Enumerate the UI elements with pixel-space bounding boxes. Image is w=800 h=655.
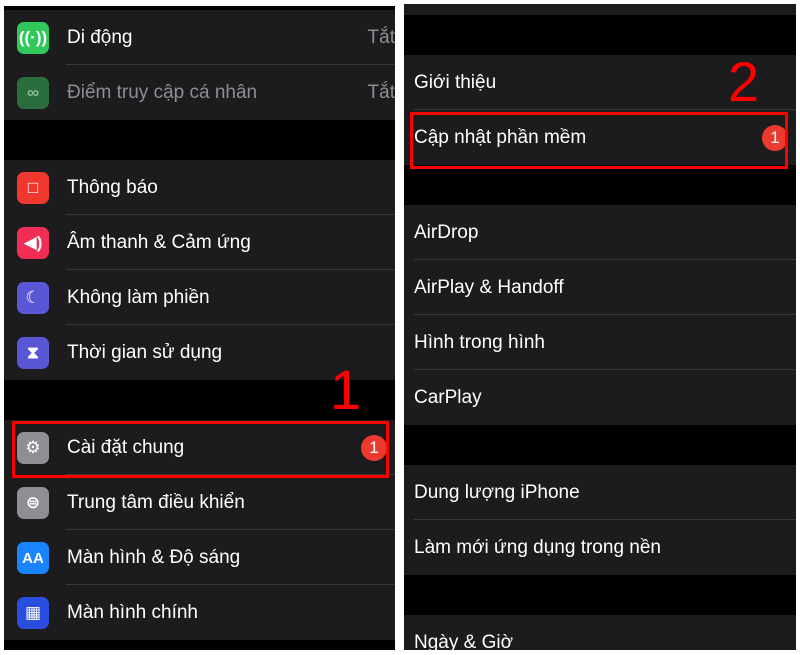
notification-icon: □ (17, 172, 49, 204)
settings-row[interactable]: ☾ Không làm phiền (4, 270, 395, 325)
hourglass-icon: ⧗ (17, 337, 49, 369)
toggles-icon: ⊜ (17, 487, 49, 519)
hotspot-icon: ∞ (17, 77, 49, 109)
row-label: Màn hình chính (67, 601, 198, 623)
group-notifications: □ Thông báo ◀) Âm thanh & Cảm ứng ☾ Không làm… (4, 160, 395, 380)
antenna-icon: ((·)) (17, 22, 49, 54)
settings-row[interactable]: CarPlay (404, 370, 796, 425)
row-label: Màn hình & Độ sáng (67, 546, 241, 568)
settings-row[interactable]: AA Màn hình & Độ sáng (4, 530, 395, 585)
settings-row[interactable]: ∞ Điểm truy cập cá nhân Tắt (4, 65, 395, 120)
group-network: ((·)) Di động Tắt ∞ Điểm truy cập cá nhân Tắt (4, 10, 395, 120)
settings-panel-left: ((·)) Di động Tắt ∞ Điểm truy cập cá nhân Tắt… (4, 6, 395, 650)
speaker-icon: ◀) (17, 227, 49, 259)
row-value: Tắt (367, 26, 395, 48)
step-number-1: 1 (330, 358, 362, 421)
row-label: AirDrop (414, 221, 479, 243)
step-number-2: 2 (728, 50, 760, 113)
top-cell-edge (404, 4, 796, 15)
settings-row[interactable]: AirDrop (404, 205, 796, 260)
row-label: Thời gian sử dụng (67, 341, 223, 363)
row-label: Giới thiệu (414, 71, 497, 93)
row-label: Không làm phiền (67, 286, 210, 308)
row-label: Điểm truy cập cá nhân (67, 81, 258, 103)
row-label: Di động (67, 26, 133, 48)
highlight-software-update (410, 112, 788, 169)
row-label: Âm thanh & Cảm ứng (67, 231, 251, 253)
settings-row[interactable]: ▦ Màn hình chính (4, 585, 395, 640)
settings-row[interactable]: ◀) Âm thanh & Cảm ứng (4, 215, 395, 270)
highlight-general (12, 421, 389, 478)
row-label: Dung lượng iPhone (414, 481, 580, 503)
row-label: Ngày & Giờ (414, 631, 514, 651)
group-date: Ngày & Giờ (404, 615, 796, 650)
settings-row[interactable]: Dung lượng iPhone (404, 465, 796, 520)
group-storage: Dung lượng iPhone Làm mới ứng dụng trong … (404, 465, 796, 575)
settings-row[interactable]: □ Thông báo (4, 160, 395, 215)
row-label: Hình trong hình (414, 331, 545, 353)
row-label: CarPlay (414, 386, 482, 408)
home-grid-icon: ▦ (17, 597, 49, 629)
settings-row[interactable]: Làm mới ứng dụng trong nền (404, 520, 796, 575)
text-size-icon: AA (17, 542, 49, 574)
row-value: Tắt (367, 81, 395, 103)
settings-row[interactable]: Ngày & Giờ (404, 615, 796, 651)
row-label: Trung tâm điều khiển (67, 491, 245, 513)
settings-row[interactable]: Hình trong hình (404, 315, 796, 370)
settings-row[interactable]: ⊜ Trung tâm điều khiển (4, 475, 395, 530)
settings-row[interactable]: AirPlay & Handoff (404, 260, 796, 315)
row-label: AirPlay & Handoff (414, 276, 564, 298)
row-label: Thông báo (67, 176, 158, 198)
group-airdrop: AirDrop AirPlay & Handoff Hình trong hình C… (404, 205, 796, 425)
row-label: Làm mới ứng dụng trong nền (414, 536, 661, 558)
moon-icon: ☾ (17, 282, 49, 314)
settings-row[interactable]: ((·)) Di động Tắt (4, 10, 395, 65)
